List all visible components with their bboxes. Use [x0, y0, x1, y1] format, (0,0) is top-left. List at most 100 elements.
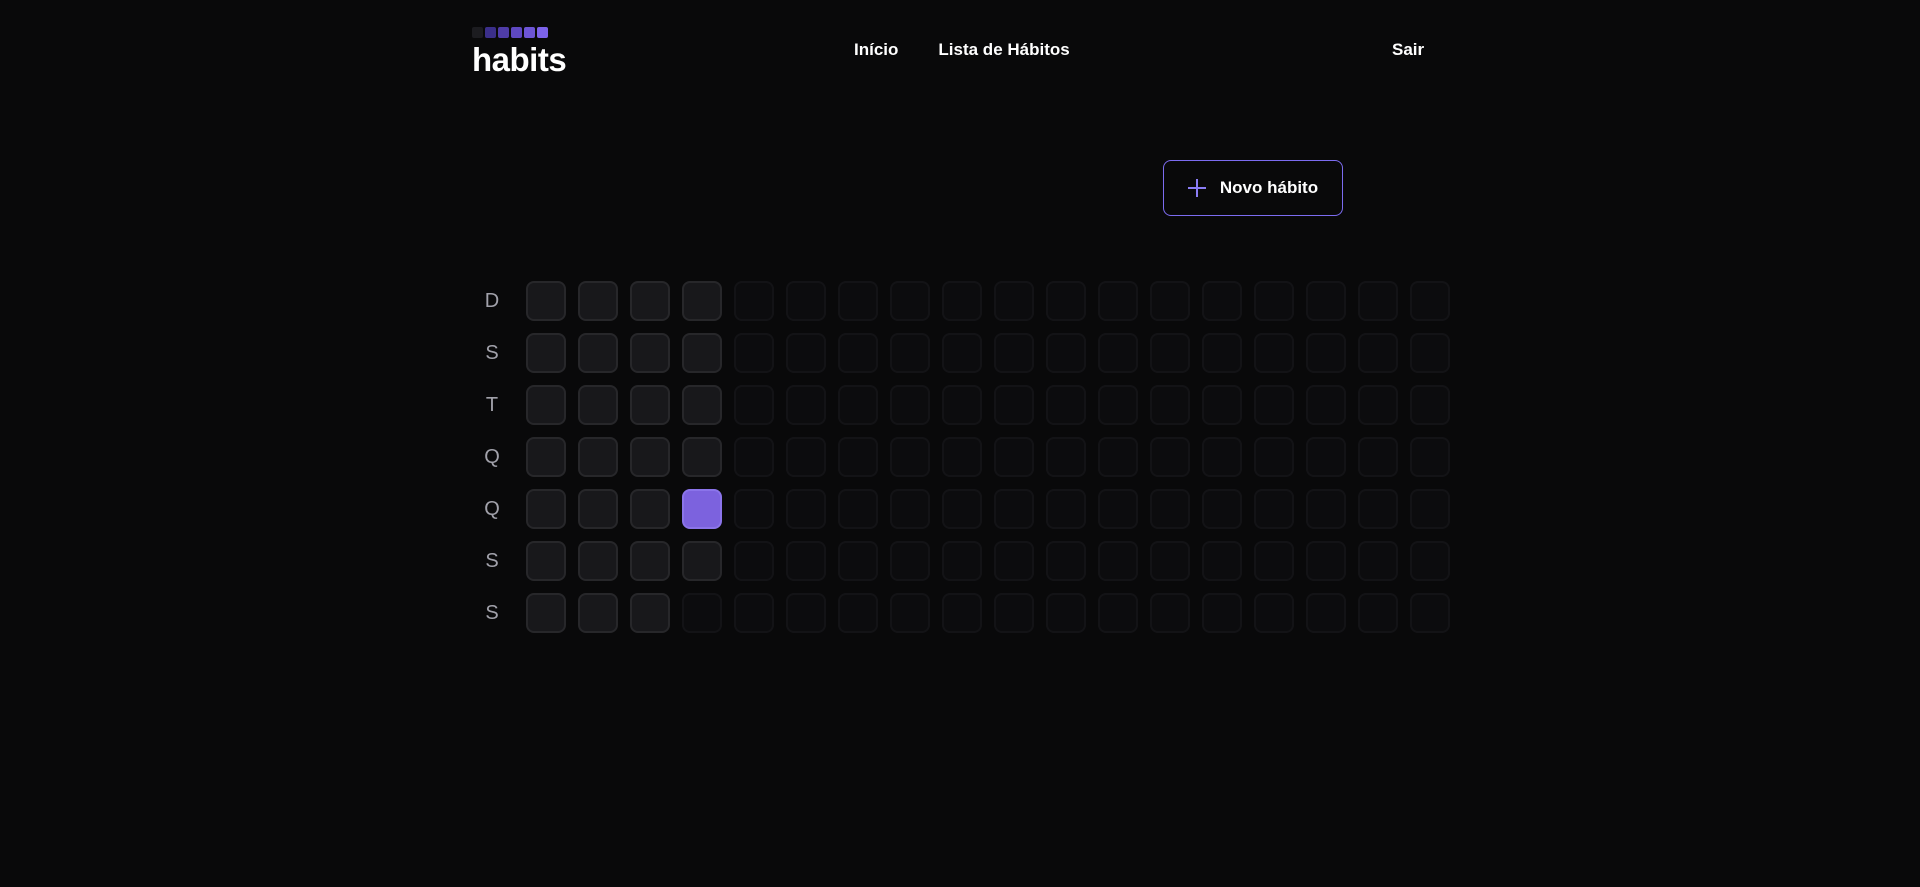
- weekday-label: D: [484, 289, 500, 312]
- day-placeholder: [1046, 541, 1086, 581]
- logout-link[interactable]: Sair: [1392, 40, 1424, 60]
- day-placeholder: [734, 437, 774, 477]
- day-placeholder: [734, 489, 774, 529]
- day-placeholder: [786, 593, 826, 633]
- day-cell[interactable]: [630, 333, 670, 373]
- day-placeholder: [1254, 541, 1294, 581]
- day-placeholder: [1410, 385, 1450, 425]
- day-placeholder: [1410, 593, 1450, 633]
- day-cell[interactable]: [682, 489, 722, 529]
- weekday-label: T: [485, 393, 499, 416]
- day-placeholder: [1098, 593, 1138, 633]
- day-placeholder: [1254, 281, 1294, 321]
- day-cell[interactable]: [682, 281, 722, 321]
- day-cell[interactable]: [578, 593, 618, 633]
- day-placeholder: [1202, 593, 1242, 633]
- nav-link-inicio[interactable]: Início: [854, 40, 898, 60]
- day-placeholder: [1098, 541, 1138, 581]
- day-placeholder: [1150, 333, 1190, 373]
- day-cell[interactable]: [578, 385, 618, 425]
- day-cell[interactable]: [630, 489, 670, 529]
- day-placeholder: [1254, 333, 1294, 373]
- day-placeholder: [838, 593, 878, 633]
- day-placeholder: [1046, 385, 1086, 425]
- day-placeholder: [786, 333, 826, 373]
- day-cell[interactable]: [526, 489, 566, 529]
- day-cell[interactable]: [682, 541, 722, 581]
- nav-link-lista-habitos[interactable]: Lista de Hábitos: [938, 40, 1069, 60]
- day-placeholder: [890, 489, 930, 529]
- day-placeholder: [994, 437, 1034, 477]
- day-cell[interactable]: [526, 281, 566, 321]
- day-cell[interactable]: [682, 437, 722, 477]
- day-cell[interactable]: [578, 281, 618, 321]
- weekday-label: S: [485, 601, 499, 624]
- day-cell[interactable]: [526, 333, 566, 373]
- day-placeholder: [942, 333, 982, 373]
- logo-square: [511, 27, 522, 38]
- day-cell[interactable]: [682, 333, 722, 373]
- day-placeholder: [786, 437, 826, 477]
- day-placeholder: [890, 437, 930, 477]
- day-cell[interactable]: [630, 281, 670, 321]
- day-placeholder: [838, 385, 878, 425]
- logo-square: [537, 27, 548, 38]
- day-placeholder: [786, 489, 826, 529]
- day-placeholder: [1306, 437, 1346, 477]
- day-placeholder: [1046, 489, 1086, 529]
- day-cell[interactable]: [526, 593, 566, 633]
- day-placeholder: [1202, 333, 1242, 373]
- day-cell[interactable]: [630, 437, 670, 477]
- day-cell[interactable]: [630, 385, 670, 425]
- day-placeholder: [994, 593, 1034, 633]
- weekday-labels: D S T Q Q S S: [470, 281, 514, 633]
- day-cell[interactable]: [526, 385, 566, 425]
- day-placeholder: [786, 541, 826, 581]
- day-placeholder: [1410, 333, 1450, 373]
- new-habit-button[interactable]: Novo hábito: [1163, 160, 1343, 216]
- day-placeholder: [838, 489, 878, 529]
- day-placeholder: [942, 437, 982, 477]
- day-cell[interactable]: [578, 333, 618, 373]
- day-placeholder: [1098, 489, 1138, 529]
- day-placeholder: [890, 593, 930, 633]
- day-cell[interactable]: [578, 437, 618, 477]
- day-placeholder: [734, 281, 774, 321]
- day-placeholder: [1306, 333, 1346, 373]
- main-nav: Início Lista de Hábitos: [854, 40, 1070, 60]
- day-cell[interactable]: [578, 541, 618, 581]
- weekday-label: Q: [484, 497, 500, 520]
- day-placeholder: [1046, 333, 1086, 373]
- day-placeholder: [1358, 489, 1398, 529]
- day-placeholder: [786, 281, 826, 321]
- day-placeholder: [890, 385, 930, 425]
- day-placeholder: [1150, 385, 1190, 425]
- day-cell[interactable]: [578, 489, 618, 529]
- logo: habits: [472, 27, 582, 83]
- day-cell[interactable]: [630, 541, 670, 581]
- day-placeholder: [1202, 385, 1242, 425]
- day-placeholder: [1150, 437, 1190, 477]
- day-placeholder: [1306, 489, 1346, 529]
- day-placeholder: [1306, 541, 1346, 581]
- day-cell[interactable]: [630, 593, 670, 633]
- day-placeholder: [1046, 281, 1086, 321]
- day-placeholder: [1254, 489, 1294, 529]
- logo-text: habits: [472, 41, 567, 78]
- day-placeholder: [942, 281, 982, 321]
- day-placeholder: [838, 333, 878, 373]
- day-cell[interactable]: [526, 541, 566, 581]
- day-placeholder: [1306, 385, 1346, 425]
- day-placeholder: [1098, 333, 1138, 373]
- day-placeholder: [1358, 541, 1398, 581]
- day-placeholder: [890, 333, 930, 373]
- day-placeholder: [994, 489, 1034, 529]
- day-placeholder: [1358, 385, 1398, 425]
- day-placeholder: [734, 593, 774, 633]
- day-cell[interactable]: [526, 437, 566, 477]
- habits-summary-grid: D S T Q Q S S: [470, 281, 1450, 633]
- day-cell[interactable]: [682, 385, 722, 425]
- day-placeholder: [1358, 333, 1398, 373]
- day-placeholder: [1098, 437, 1138, 477]
- weekday-label: S: [485, 341, 499, 364]
